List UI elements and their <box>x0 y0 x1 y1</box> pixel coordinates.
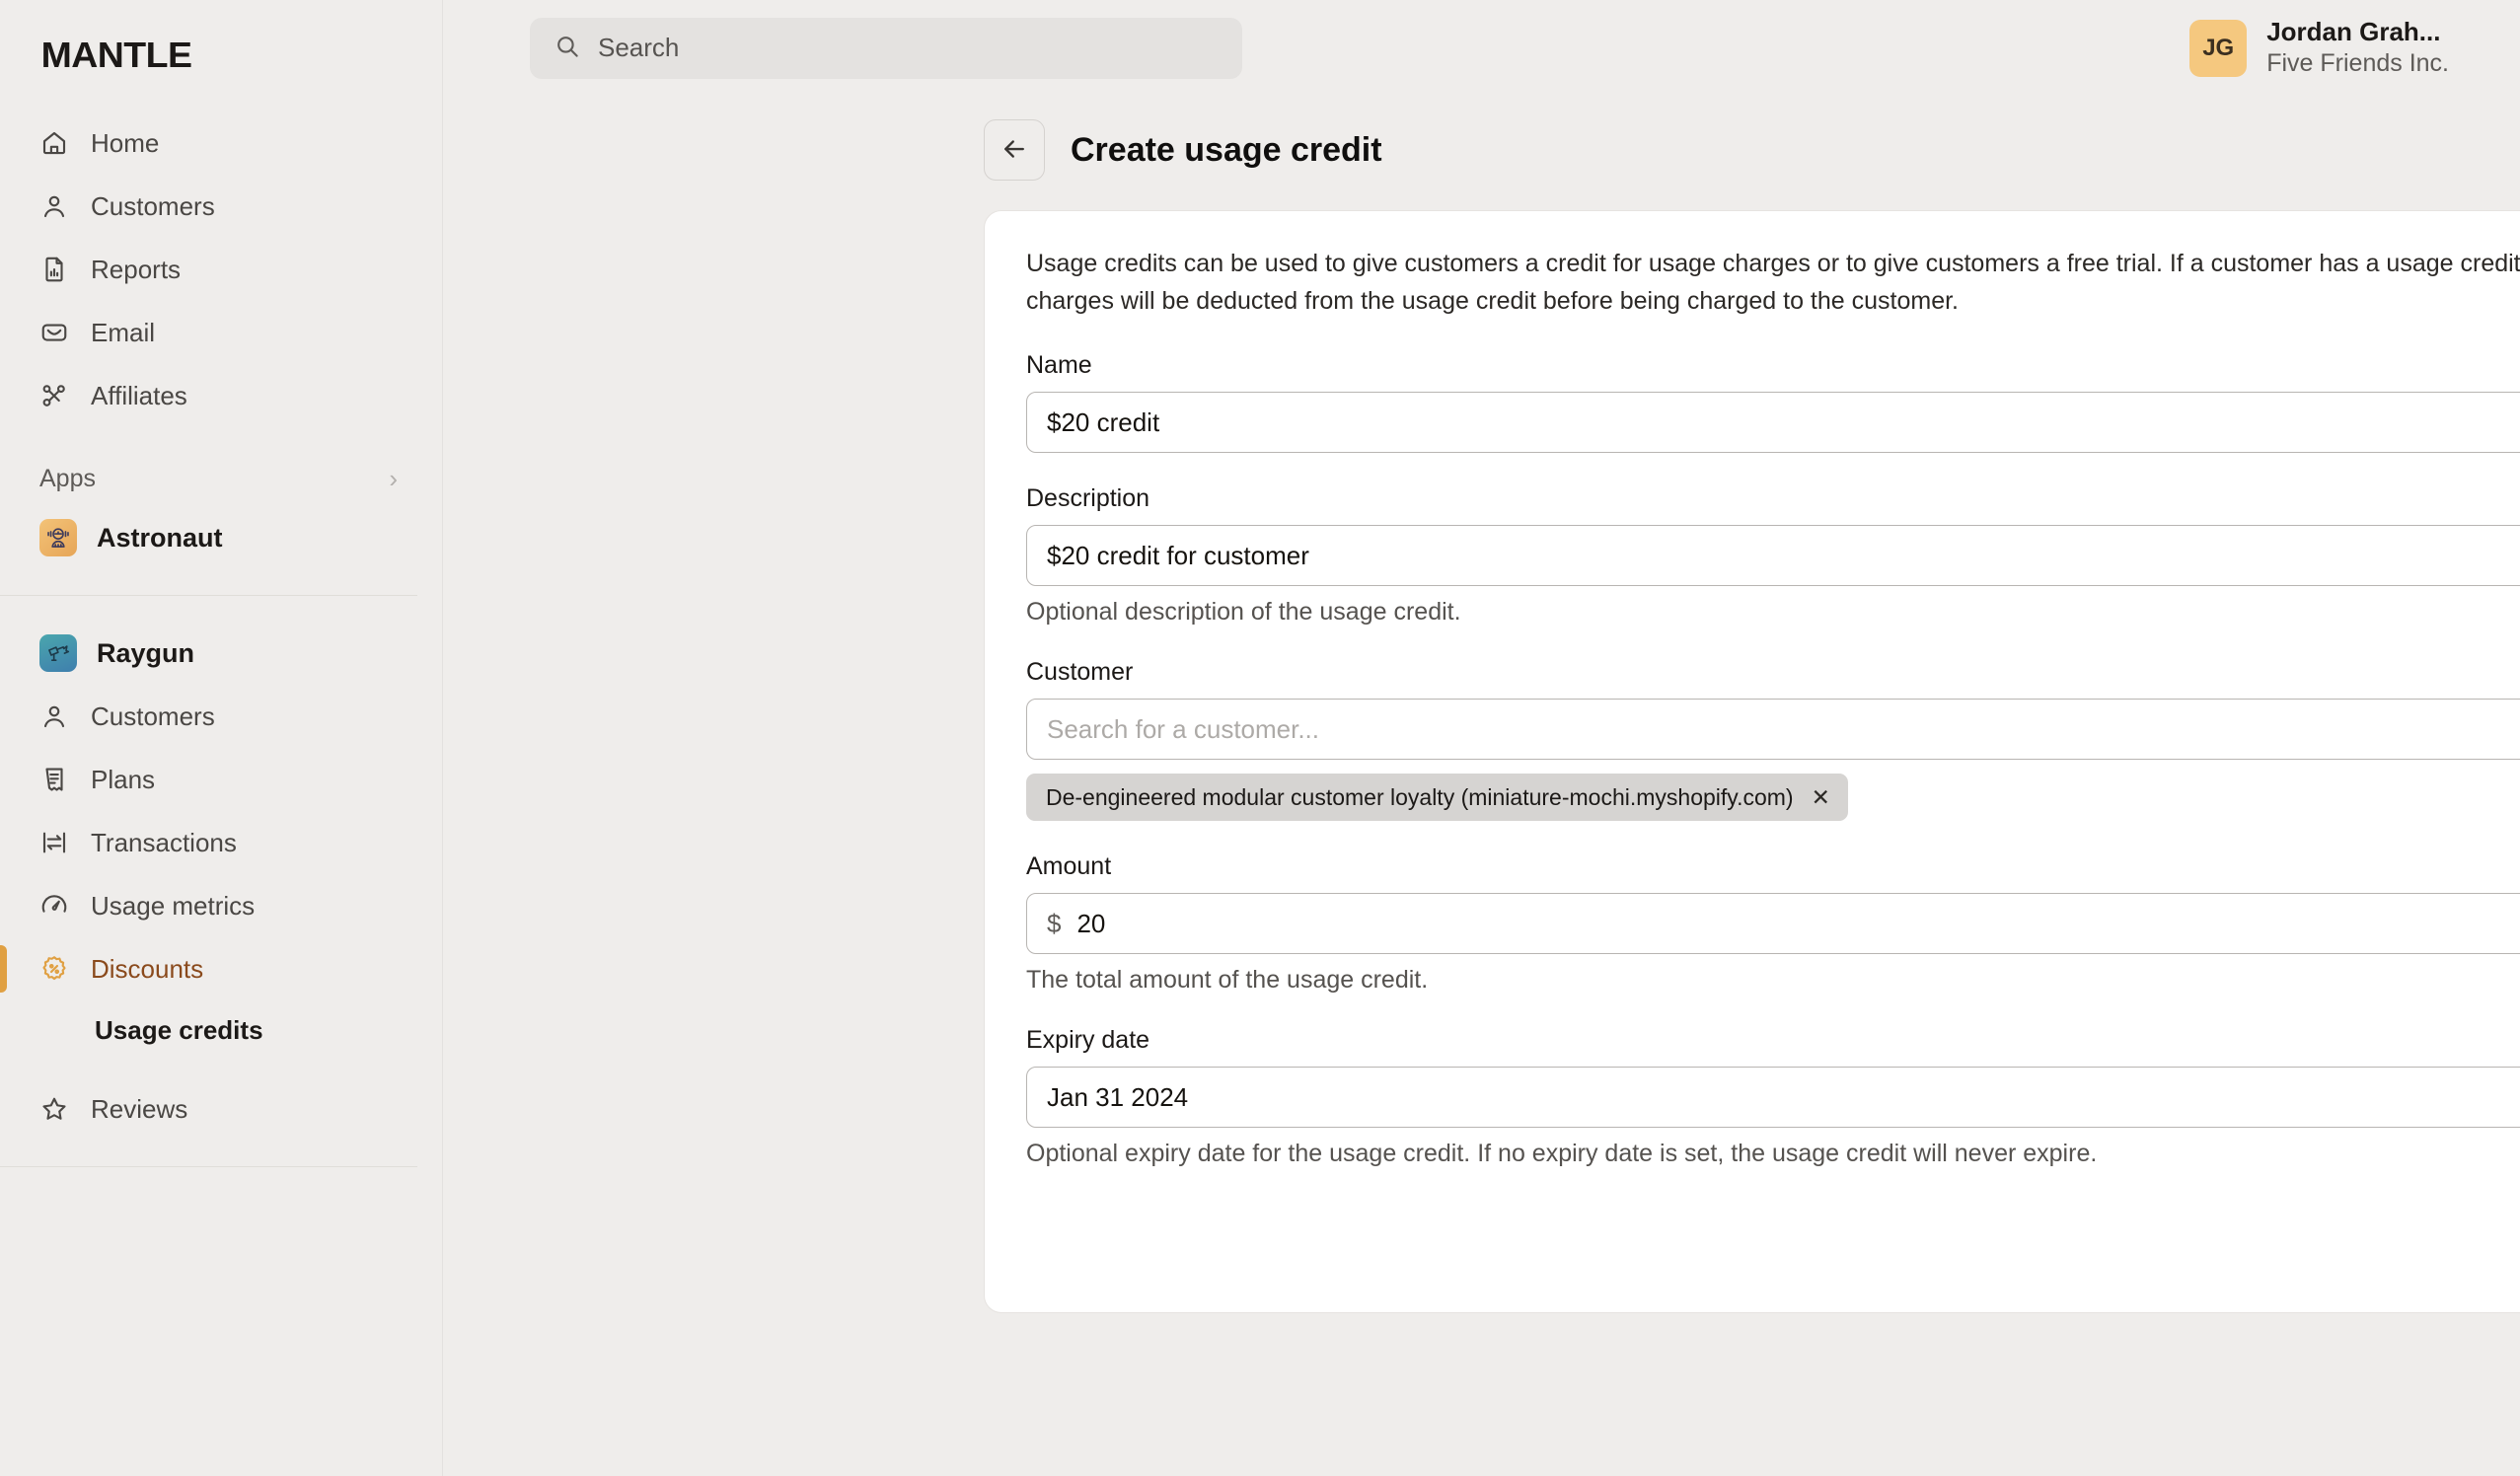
sidebar-item-usage-metrics[interactable]: Usage metrics <box>0 874 443 937</box>
sidebar-item-affiliates[interactable]: Affiliates <box>0 364 443 427</box>
sidebar-item-customers[interactable]: Customers <box>0 175 443 238</box>
search-input[interactable]: Search <box>530 18 1242 79</box>
card-intro-text: Usage credits can be used to give custom… <box>1026 245 2520 320</box>
remove-customer-icon[interactable]: ✕ <box>1812 786 1830 809</box>
user-text: Jordan Grah... Five Friends Inc. <box>2266 17 2449 78</box>
expiry-date-value: Jan 31 2024 <box>1047 1082 1188 1113</box>
sidebar-item-astronaut[interactable]: Astronaut <box>0 506 443 569</box>
amount-input[interactable]: $ 20 <box>1026 893 2520 954</box>
page-header: Create usage credit <box>443 96 2520 181</box>
sidebar-item-label: Discounts <box>91 954 203 985</box>
sidebar-divider-bottom <box>0 1166 417 1167</box>
sidebar-divider <box>0 595 417 596</box>
apps-section-header[interactable]: Apps › <box>0 451 443 506</box>
field-amount: Amount $ 20 The total amount of the usag… <box>1026 852 2520 995</box>
name-input-value: $20 credit <box>1047 407 1159 438</box>
currency-prefix: $ <box>1047 909 1061 939</box>
back-button[interactable] <box>984 119 1045 181</box>
app-root: MANTLE Home Customers Reports <box>0 0 2520 1476</box>
sidebar-item-email[interactable]: Email <box>0 301 443 364</box>
user-icon <box>39 191 69 221</box>
expiry-date-input[interactable]: Jan 31 2024 × <box>1026 1067 2520 1128</box>
sidebar-item-transactions[interactable]: Transactions <box>0 811 443 874</box>
customer-search-placeholder: Search for a customer... <box>1047 714 1319 745</box>
affiliates-icon <box>39 381 69 410</box>
apps-label: Apps <box>39 465 96 493</box>
sidebar-item-label: Email <box>91 318 155 348</box>
plans-icon <box>39 765 69 794</box>
raygun-icon <box>39 634 77 672</box>
sidebar-item-label: Usage metrics <box>91 891 255 922</box>
sidebar-item-reviews[interactable]: Reviews <box>0 1077 443 1141</box>
description-input[interactable]: $20 credit for customer <box>1026 525 2520 586</box>
page-title: Create usage credit <box>1071 131 1382 170</box>
card-actions: Save <box>1026 1212 2520 1273</box>
user-name: Jordan Grah... <box>2266 17 2449 48</box>
field-name: Name $20 credit <box>1026 351 2520 453</box>
sidebar-item-label: Reports <box>91 255 181 285</box>
sidebar-item-home[interactable]: Home <box>0 111 443 175</box>
home-icon <box>39 128 69 158</box>
sidebar-item-label: Customers <box>91 191 215 222</box>
field-label-amount: Amount <box>1026 852 2520 881</box>
name-input[interactable]: $20 credit <box>1026 392 2520 453</box>
amount-helper-text: The total amount of the usage credit. <box>1026 966 2520 995</box>
avatar: JG <box>2189 20 2247 77</box>
astronaut-icon <box>39 519 77 556</box>
topbar: Search JG Jordan Grah... Five Friends In… <box>443 0 2520 96</box>
user-icon <box>39 701 69 731</box>
main-area: Search JG Jordan Grah... Five Friends In… <box>443 0 2520 1476</box>
discount-icon <box>39 954 69 984</box>
field-label-customer: Customer <box>1026 658 2520 687</box>
user-menu[interactable]: JG Jordan Grah... Five Friends Inc. <box>2189 17 2481 78</box>
field-description: Description $20 credit for customer Opti… <box>1026 484 2520 627</box>
star-icon <box>39 1094 69 1124</box>
report-icon <box>39 255 69 284</box>
customer-tag-row: De-engineered modular customer loyalty (… <box>1026 774 2520 821</box>
field-label-name: Name <box>1026 351 2520 380</box>
sidebar-item-label: Astronaut <box>97 523 223 554</box>
sidebar-item-label: Home <box>91 128 159 159</box>
sidebar-item-reports[interactable]: Reports <box>0 238 443 301</box>
description-input-value: $20 credit for customer <box>1047 541 1309 571</box>
transactions-icon <box>39 828 69 857</box>
sidebar-item-label: Plans <box>91 765 155 795</box>
primary-nav: Home Customers Reports Email <box>0 111 443 427</box>
card-wrapper: Usage credits can be used to give custom… <box>443 181 2520 1313</box>
arrow-left-icon <box>1000 134 1029 167</box>
search-icon <box>554 33 580 64</box>
customer-search-input[interactable]: Search for a customer... <box>1026 699 2520 760</box>
sidebar: MANTLE Home Customers Reports <box>0 0 443 1476</box>
chevron-right-icon: › <box>389 466 398 491</box>
brand-logo: MANTLE <box>0 22 461 76</box>
amount-input-value: 20 <box>1076 909 1105 939</box>
sidebar-item-discounts[interactable]: Discounts <box>0 937 443 1000</box>
sidebar-item-label: Customers <box>91 701 215 732</box>
sidebar-item-label: Raygun <box>97 638 194 669</box>
field-customer: Customer Search for a customer... De-eng… <box>1026 658 2520 821</box>
sidebar-current-app-raygun[interactable]: Raygun <box>0 622 443 685</box>
sidebar-item-app-customers[interactable]: Customers <box>0 685 443 748</box>
field-expiry-date: Expiry date Jan 31 2024 × Optional expir… <box>1026 1026 2520 1168</box>
sidebar-item-plans[interactable]: Plans <box>0 748 443 811</box>
search-placeholder: Search <box>598 33 679 63</box>
field-label-expiry-date: Expiry date <box>1026 1026 2520 1055</box>
envelope-icon <box>39 318 69 347</box>
field-label-description: Description <box>1026 484 2520 513</box>
sidebar-item-label: Affiliates <box>91 381 187 411</box>
customer-tag-label: De-engineered modular customer loyalty (… <box>1046 784 1794 811</box>
gauge-icon <box>39 891 69 921</box>
customer-tag: De-engineered modular customer loyalty (… <box>1026 774 1848 821</box>
sidebar-subitem-usage-credits[interactable]: Usage credits <box>0 1000 443 1060</box>
expiry-helper-text: Optional expiry date for the usage credi… <box>1026 1140 2520 1168</box>
usage-credit-card: Usage credits can be used to give custom… <box>984 210 2520 1313</box>
sidebar-item-label: Reviews <box>91 1094 187 1125</box>
sidebar-item-label: Transactions <box>91 828 237 858</box>
description-helper-text: Optional description of the usage credit… <box>1026 598 2520 627</box>
user-org: Five Friends Inc. <box>2266 48 2449 79</box>
